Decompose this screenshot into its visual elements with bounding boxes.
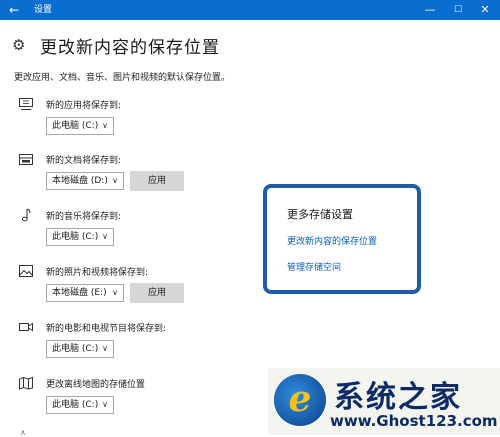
title-bar: ← 设置 — ☐ ✕: [0, 0, 500, 20]
watermark-url: www.Ghost123.com: [330, 412, 498, 430]
minimize-button[interactable]: —: [417, 0, 443, 20]
window-title: 设置: [34, 5, 53, 15]
maps-location-value: 此电脑 (C:): [52, 400, 99, 410]
documents-apply-button[interactable]: 应用: [130, 171, 184, 191]
picture-icon: [19, 265, 33, 277]
maps-location-select[interactable]: 此电脑 (C:) ∨: [46, 396, 114, 414]
movies-location-label: 新的电影和电视节目将保存到:: [46, 324, 167, 334]
watermark-text: 系统之家: [334, 380, 462, 415]
more-storage-settings-heading: 更多存储设置: [287, 208, 353, 221]
documents-location-label: 新的文档将保存到:: [46, 156, 122, 166]
more-storage-settings-panel: 更多存储设置 更改新内容的保存位置 管理存储空间: [263, 184, 421, 294]
chevron-down-icon: ∨: [112, 176, 118, 185]
video-camera-icon: [19, 322, 33, 332]
photos-location-select[interactable]: 本地磁盘 (E:) ∨: [46, 284, 124, 302]
apps-location-label: 新的应用将保存到:: [46, 101, 122, 111]
manage-storage-link[interactable]: 管理存储空间: [287, 260, 341, 273]
chevron-down-icon: ∨: [102, 344, 108, 353]
chevron-down-icon: ∨: [102, 121, 108, 130]
chevron-down-icon: ∨: [112, 288, 118, 297]
page-description: 更改应用、文档、音乐、图片和视频的默认保存位置。: [14, 73, 231, 83]
photos-location-value: 本地磁盘 (E:): [52, 288, 107, 298]
music-note-icon: [21, 208, 31, 222]
change-save-location-link[interactable]: 更改新内容的保存位置: [287, 234, 377, 247]
documents-location-select[interactable]: 本地磁盘 (D:) ∨: [46, 172, 124, 190]
back-arrow-icon[interactable]: ←: [4, 0, 24, 20]
music-location-value: 此电脑 (C:): [52, 232, 99, 242]
movies-location-value: 此电脑 (C:): [52, 344, 99, 354]
chevron-up-icon: ∧: [20, 428, 26, 437]
photos-apply-button[interactable]: 应用: [130, 283, 184, 303]
watermark: e 系统之家 www.Ghost123.com: [268, 368, 500, 435]
photos-location-label: 新的照片和视频将保存到:: [46, 268, 149, 278]
music-location-label: 新的音乐将保存到:: [46, 212, 122, 222]
movies-location-select[interactable]: 此电脑 (C:) ∨: [46, 340, 114, 358]
chevron-down-icon: ∨: [102, 400, 108, 409]
close-button[interactable]: ✕: [472, 0, 498, 20]
gear-icon: ⚙: [12, 36, 26, 54]
monitor-icon: [19, 98, 33, 110]
documents-location-value: 本地磁盘 (D:): [52, 176, 108, 186]
watermark-logo-icon: e: [274, 374, 326, 426]
map-icon: [19, 376, 33, 390]
page-title: 更改新内容的保存位置: [40, 38, 220, 58]
maps-location-label: 更改离线地图的存储位置: [46, 380, 146, 390]
drive-icon: [19, 154, 33, 165]
maximize-button[interactable]: ☐: [445, 0, 471, 20]
music-location-select[interactable]: 此电脑 (C:) ∨: [46, 228, 114, 246]
chevron-down-icon: ∨: [102, 232, 108, 241]
apps-location-select[interactable]: 此电脑 (C:) ∨: [46, 117, 114, 135]
apps-location-value: 此电脑 (C:): [52, 121, 99, 131]
